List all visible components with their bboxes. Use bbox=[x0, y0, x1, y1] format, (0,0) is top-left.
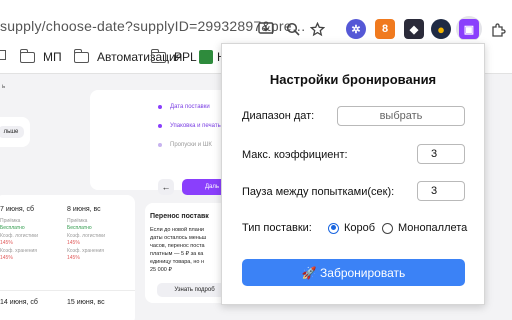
zoom-icon[interactable] bbox=[284, 20, 302, 38]
transfer-line: платным — 5 ₽ за ка bbox=[150, 251, 204, 257]
date-range-field[interactable]: выбрать bbox=[337, 106, 465, 126]
bookmark-ppl[interactable]: PPL bbox=[150, 48, 197, 64]
day-accept: Приёмка bbox=[67, 218, 88, 224]
radio-button[interactable] bbox=[382, 222, 393, 234]
ext-number-icon[interactable]: 8 bbox=[375, 19, 395, 39]
bookmark-mp[interactable]: МП bbox=[19, 48, 62, 64]
transfer-line: даты осталось меньш bbox=[150, 235, 207, 241]
star-icon[interactable] bbox=[308, 20, 326, 38]
day-accept: Приёмка bbox=[0, 218, 21, 224]
day-store: Коэф. хранения bbox=[0, 248, 38, 254]
pause-input[interactable] bbox=[417, 181, 465, 201]
radio-label: Монопаллета bbox=[398, 222, 468, 234]
day-store-val: 145% bbox=[0, 255, 13, 261]
install-icon[interactable] bbox=[257, 20, 275, 38]
day-log-val: 145% bbox=[0, 240, 13, 246]
browser-toolbar: supply/choose-date?supplyID=29932897&pre… bbox=[0, 0, 512, 42]
ext-yellow-icon[interactable]: ● bbox=[431, 19, 451, 39]
pause-label: Пауза между попытками(сек): bbox=[242, 186, 395, 198]
calendar-card: 7 июня, сб Приёмка Бесплатно Коэф. логис… bbox=[0, 195, 135, 320]
folder-icon bbox=[150, 48, 166, 63]
max-coef-label: Макс. коэффициент: bbox=[242, 149, 348, 161]
transfer-line: часов, перенос поста bbox=[150, 243, 205, 249]
supply-type-label: Тип поставки: bbox=[242, 222, 312, 234]
day-date[interactable]: 15 июня, вс bbox=[67, 299, 105, 306]
max-coef-input[interactable] bbox=[417, 144, 465, 164]
radio-label: Короб bbox=[344, 222, 376, 234]
day-free: Бесплатно bbox=[0, 225, 25, 231]
bookmark-label: МП bbox=[43, 50, 62, 64]
day-date[interactable]: 7 июня, сб bbox=[0, 206, 34, 213]
folder-icon bbox=[0, 50, 6, 60]
ext-blue-icon[interactable]: ✲ bbox=[346, 19, 366, 39]
booking-settings-popup: Настройки бронирования Диапазон дат: выб… bbox=[221, 43, 485, 305]
bookmark-partial[interactable] bbox=[0, 50, 6, 60]
transfer-line: единицу товара, но н bbox=[150, 259, 205, 265]
day-log: Коэф. логистики bbox=[67, 233, 106, 239]
puzzle-icon[interactable] bbox=[489, 20, 507, 38]
steps-card: Дата поставки Упаковка и печать Пропуски… bbox=[90, 90, 242, 195]
date-range-label: Диапазон дат: bbox=[242, 110, 315, 122]
day-date[interactable]: 8 июня, вс bbox=[67, 206, 101, 213]
ext-dark-icon[interactable]: ◆ bbox=[404, 19, 424, 39]
popup-title: Настройки бронирования bbox=[269, 72, 437, 87]
ext-purple-icon[interactable]: ▣ bbox=[459, 19, 479, 39]
day-date[interactable]: 14 июня, сб bbox=[0, 299, 38, 306]
step-dot bbox=[158, 105, 162, 109]
folder-icon bbox=[73, 48, 89, 63]
day-log: Коэф. логистики bbox=[0, 233, 39, 239]
transfer-title: Перенос поставк bbox=[150, 213, 209, 220]
day-log-val: 145% bbox=[67, 240, 80, 246]
day-store: Коэф. хранения bbox=[67, 248, 105, 254]
transfer-line: Если до новой плани bbox=[150, 227, 204, 233]
next-button-left[interactable]: льше bbox=[0, 126, 24, 138]
back-button[interactable]: ← bbox=[158, 179, 174, 195]
transfer-line: 25 000 ₽ bbox=[150, 267, 172, 273]
bookmark-label: PPL bbox=[174, 50, 197, 64]
step-pack[interactable]: Упаковка и печать bbox=[170, 123, 221, 129]
step-dot bbox=[158, 124, 162, 128]
step-dot bbox=[158, 143, 162, 147]
step-date[interactable]: Дата поставки bbox=[170, 104, 210, 110]
left-card: льше bbox=[0, 117, 30, 147]
step-pass[interactable]: Пропуски и ШК bbox=[170, 142, 212, 148]
book-button[interactable]: 🚀 Забронировать bbox=[242, 259, 465, 286]
radio-button-checked[interactable] bbox=[328, 222, 339, 234]
sheets-icon bbox=[199, 50, 213, 64]
day-store-val: 145% bbox=[67, 255, 80, 261]
radio-monopallet[interactable]: Монопаллета bbox=[382, 222, 467, 234]
page-fragment: ь bbox=[2, 84, 6, 90]
folder-icon bbox=[19, 48, 35, 63]
divider bbox=[0, 290, 135, 291]
day-free: Бесплатно bbox=[67, 225, 92, 231]
radio-korob[interactable]: Короб bbox=[328, 222, 375, 234]
